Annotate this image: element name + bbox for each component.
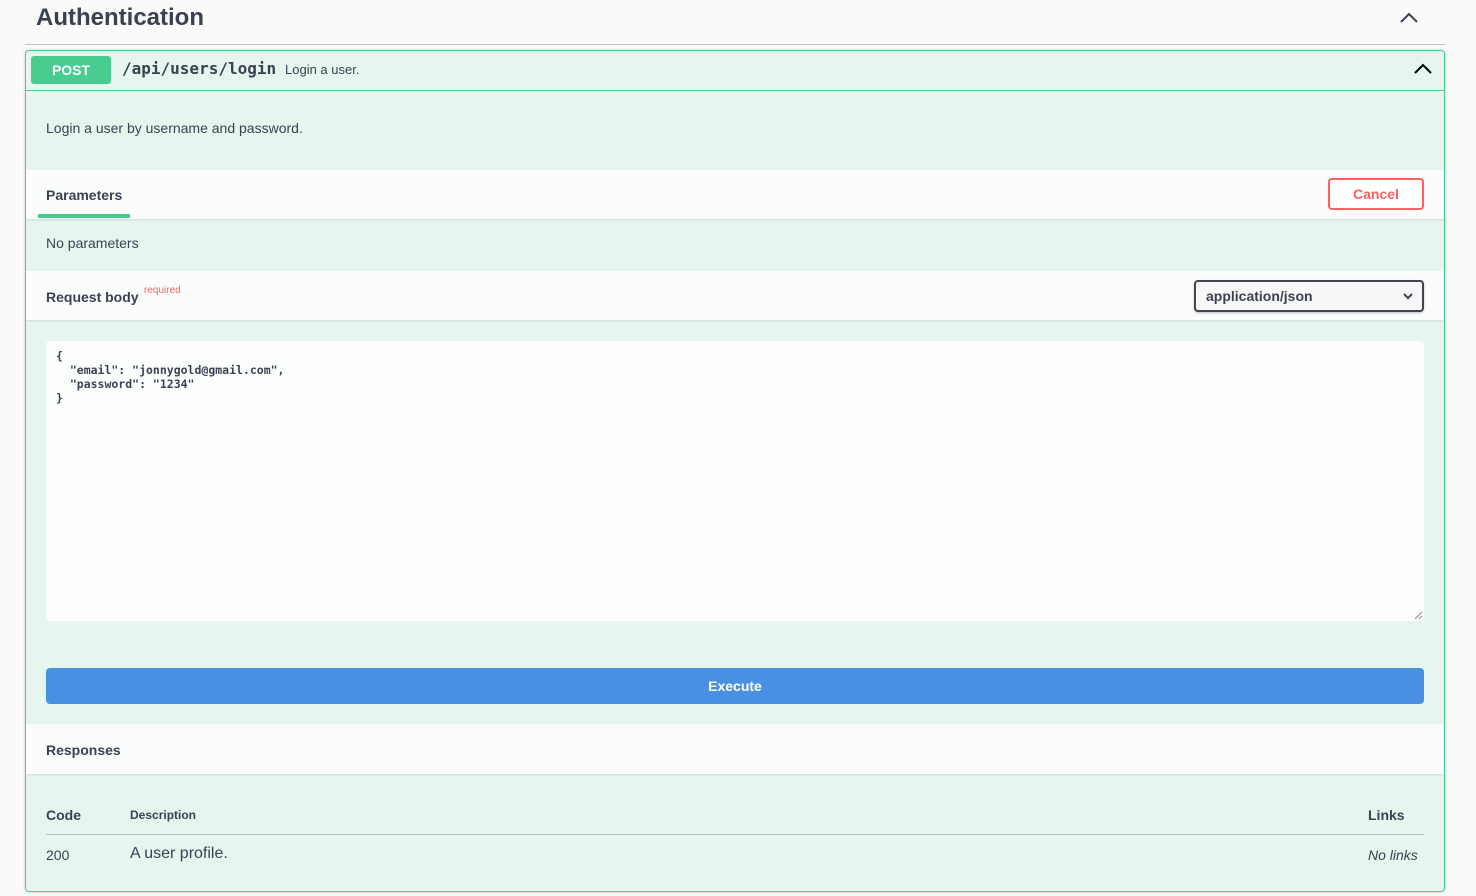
request-body-bar: Request body required application/json (26, 271, 1444, 320)
cancel-button[interactable]: Cancel (1328, 178, 1424, 210)
request-body-json[interactable]: { "email": "jonnygold@gmail.com", "passw… (56, 349, 284, 405)
response-description: A user profile. (130, 845, 228, 862)
request-body-label: Request body (46, 289, 139, 305)
tab-parameters[interactable]: Parameters (46, 187, 122, 203)
chevron-down-icon (1403, 293, 1413, 300)
no-parameters-text: No parameters (46, 235, 139, 251)
chevron-up-icon[interactable] (1413, 59, 1433, 79)
execute-button[interactable]: Execute (46, 668, 1424, 704)
content-type-value: application/json (1206, 288, 1313, 304)
tab-active-indicator (38, 214, 130, 218)
operation-description: Login a user by username and password. (46, 120, 303, 136)
operation-path: /api/users/login (122, 59, 277, 78)
required-badge: required (144, 285, 181, 296)
responses-title: Responses (46, 742, 121, 758)
operation-block: POST /api/users/login Login a user. Logi… (25, 50, 1445, 892)
responses-bar: Responses (26, 724, 1444, 774)
section-header[interactable]: Authentication (25, 0, 1445, 45)
content-type-select[interactable]: application/json (1194, 280, 1424, 312)
operation-summary[interactable]: POST /api/users/login Login a user. (26, 51, 1444, 91)
request-body-editor[interactable]: { "email": "jonnygold@gmail.com", "passw… (46, 341, 1424, 621)
operation-summary-text: Login a user. (285, 62, 360, 77)
column-header-links: Links (1368, 807, 1405, 823)
response-code: 200 (46, 847, 70, 863)
column-header-code: Code (46, 807, 81, 823)
chevron-up-icon[interactable] (1399, 8, 1419, 28)
parameters-bar: Parameters Cancel (26, 170, 1444, 219)
resize-handle-icon[interactable] (1413, 610, 1423, 620)
table-divider (46, 834, 1424, 835)
method-badge: POST (31, 56, 111, 84)
section-title: Authentication (36, 4, 204, 31)
response-links: No links (1368, 847, 1418, 863)
column-header-description: Description (130, 808, 197, 822)
